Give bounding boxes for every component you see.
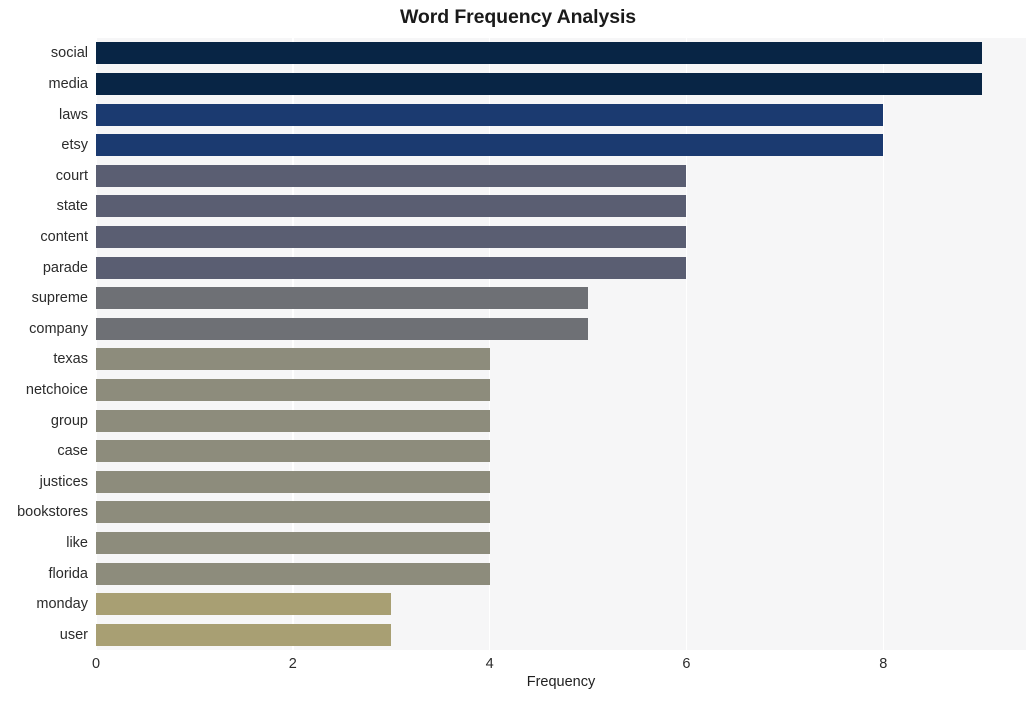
bar-monday bbox=[96, 593, 392, 616]
y-tick-label-state: state bbox=[56, 198, 88, 215]
bar-row bbox=[96, 409, 1026, 432]
y-tick-label-bookstores: bookstores bbox=[17, 504, 88, 521]
bar-texas bbox=[96, 348, 490, 371]
bar-case bbox=[96, 440, 490, 463]
y-axis-labels: social media laws etsy court state content para… bbox=[0, 38, 88, 650]
x-tick-label-8: 8 bbox=[879, 656, 888, 672]
y-tick-label-supreme: supreme bbox=[31, 290, 88, 307]
bar-content bbox=[96, 225, 687, 248]
bar-social bbox=[96, 42, 982, 65]
y-tick-label-case: case bbox=[57, 443, 88, 460]
y-tick-label-like: like bbox=[66, 534, 88, 551]
bar-state bbox=[96, 195, 687, 218]
bar-row bbox=[96, 470, 1026, 493]
bar-user bbox=[96, 623, 392, 646]
gridline bbox=[488, 38, 491, 650]
bar-row bbox=[96, 531, 1026, 554]
bar-row bbox=[96, 623, 1026, 646]
bar-parade bbox=[96, 256, 687, 279]
y-tick-label-group: group bbox=[50, 412, 88, 429]
y-tick-label-monday: monday bbox=[36, 596, 88, 613]
y-tick-label-justices: justices bbox=[39, 473, 88, 490]
bar-row bbox=[96, 164, 1026, 187]
bar-row bbox=[96, 378, 1026, 401]
y-tick-label-content: content bbox=[40, 228, 88, 245]
bar-row bbox=[96, 348, 1026, 371]
x-axis-title: Frequency bbox=[526, 674, 596, 690]
y-tick-label-company: company bbox=[29, 320, 88, 337]
bar-row bbox=[96, 256, 1026, 279]
bar-netchoice bbox=[96, 378, 490, 401]
bar-row bbox=[96, 501, 1026, 524]
bar-row bbox=[96, 72, 1026, 95]
y-tick-label-social: social bbox=[50, 45, 88, 62]
y-tick-label-texas: texas bbox=[53, 351, 88, 368]
x-tick-label-0: 0 bbox=[91, 656, 101, 672]
bar-laws bbox=[96, 103, 884, 126]
x-tick-label-2: 2 bbox=[288, 656, 297, 672]
bar-justices bbox=[96, 470, 490, 493]
bar-row bbox=[96, 562, 1026, 585]
bar-court bbox=[96, 164, 687, 187]
y-tick-label-parade: parade bbox=[42, 259, 88, 276]
y-tick-label-netchoice: netchoice bbox=[25, 381, 88, 398]
bar-row bbox=[96, 42, 1026, 65]
bar-row bbox=[96, 103, 1026, 126]
y-tick-label-laws: laws bbox=[58, 106, 88, 123]
bar-media bbox=[96, 72, 982, 95]
bar-row bbox=[96, 440, 1026, 463]
gridline bbox=[292, 38, 294, 650]
bar-supreme bbox=[96, 287, 589, 310]
bar-row bbox=[96, 593, 1026, 616]
bar-row bbox=[96, 195, 1026, 218]
word-frequency-chart: Word Frequency Analysis social media laws e… bbox=[0, 0, 1036, 701]
bar-row bbox=[96, 134, 1026, 157]
gridline bbox=[685, 38, 688, 650]
gridline bbox=[96, 38, 97, 650]
y-tick-label-etsy: etsy bbox=[61, 137, 88, 154]
chart-title: Word Frequency Analysis bbox=[399, 6, 637, 28]
bar-row bbox=[96, 287, 1026, 310]
plot-area bbox=[96, 38, 1026, 650]
bar-company bbox=[96, 317, 589, 340]
bar-bookstores bbox=[96, 501, 490, 524]
bar-row bbox=[96, 225, 1026, 248]
x-tick-label-6: 6 bbox=[682, 656, 691, 672]
gridline bbox=[882, 38, 885, 650]
bar-row bbox=[96, 317, 1026, 340]
bar-group bbox=[96, 409, 490, 432]
y-tick-label-court: court bbox=[55, 167, 88, 184]
bar-florida bbox=[96, 562, 490, 585]
x-tick-label-4: 4 bbox=[485, 656, 494, 672]
bar-etsy bbox=[96, 134, 884, 157]
y-tick-label-florida: florida bbox=[48, 565, 89, 582]
y-tick-label-media: media bbox=[48, 75, 89, 92]
y-tick-label-user: user bbox=[59, 626, 88, 643]
bar-like bbox=[96, 531, 490, 554]
